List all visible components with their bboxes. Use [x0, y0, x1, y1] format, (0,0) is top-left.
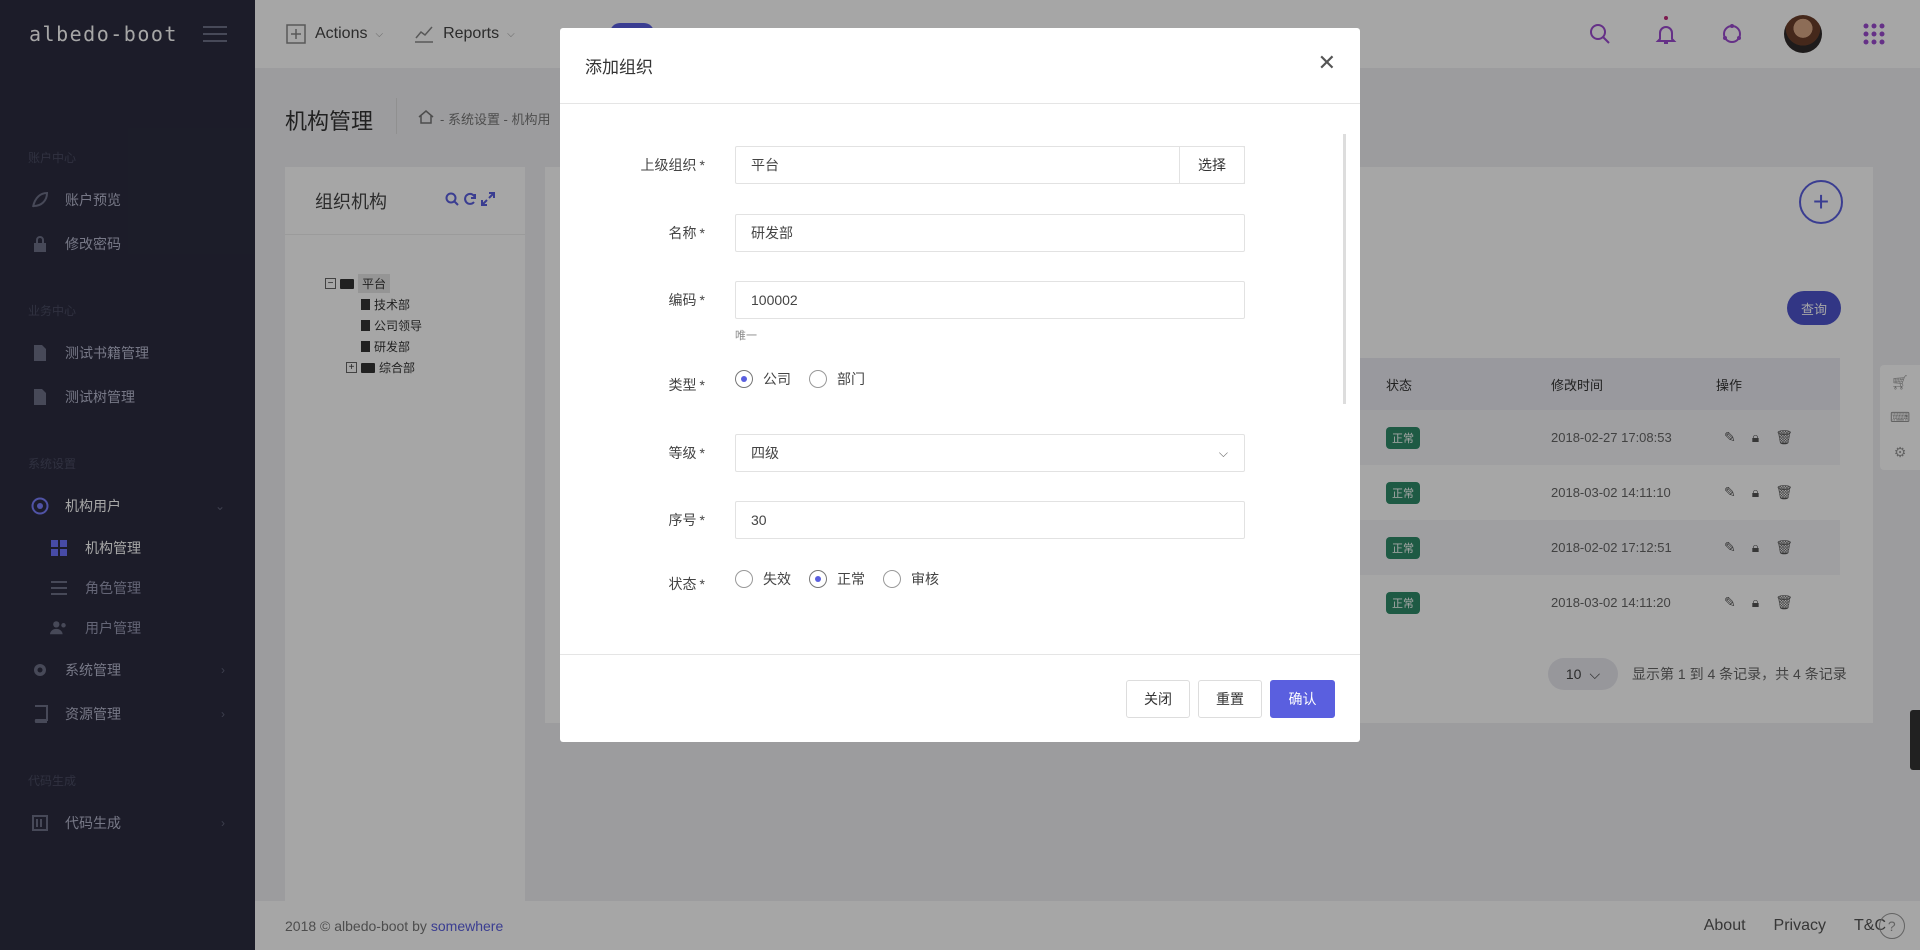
add-org-modal: 添加组织 ✕ 上级组织 * 平台 选择 名称 * 研发部 编码 * 100002 唯一…: [560, 28, 1360, 742]
radio-unchecked-icon: [809, 370, 827, 388]
form-row-sort: 序号 * 30: [560, 501, 1360, 539]
form-row-code: 编码 * 100002: [560, 281, 1360, 319]
modal-header: 添加组织 ✕: [560, 28, 1360, 104]
radio-company[interactable]: 公司: [735, 369, 791, 389]
field-label: 序号 *: [668, 512, 705, 528]
chevron-down-icon: ⌵: [1218, 445, 1228, 460]
code-value: 100002: [751, 292, 798, 308]
form-row-type: 类型 * 公司 部门: [560, 369, 1360, 393]
field-label: 名称 *: [668, 225, 705, 241]
code-input[interactable]: 100002: [735, 281, 1245, 319]
form-row-parent: 上级组织 * 平台 选择: [560, 146, 1360, 184]
type-radio-group: 公司 部门: [735, 369, 865, 389]
sort-input[interactable]: 30: [735, 501, 1245, 539]
radio-invalid[interactable]: 失效: [735, 569, 791, 589]
code-help-text: 唯一: [735, 330, 757, 342]
form-row-grade: 等级 * 四级 ⌵: [560, 434, 1360, 472]
radio-unchecked-icon: [735, 570, 753, 588]
field-label: 编码 *: [668, 292, 705, 308]
field-label: 状态 *: [668, 576, 705, 592]
close-button[interactable]: 关闭: [1126, 680, 1190, 718]
radio-checked-icon: [735, 370, 753, 388]
select-parent-button[interactable]: 选择: [1179, 146, 1245, 184]
modal-title: 添加组织: [585, 58, 653, 77]
radio-checked-icon: [809, 570, 827, 588]
field-label: 等级 *: [668, 445, 705, 461]
radio-normal[interactable]: 正常: [809, 569, 865, 589]
close-icon[interactable]: ✕: [1318, 52, 1336, 74]
modal-body: 上级组织 * 平台 选择 名称 * 研发部 编码 * 100002 唯一 类型 * 公司…: [560, 104, 1360, 654]
radio-unchecked-icon: [883, 570, 901, 588]
status-radio-group: 失效 正常 审核: [735, 569, 939, 589]
modal-footer: 关闭 重置 确认: [560, 654, 1360, 742]
form-row-status: 状态 * 失效 正常 审核: [560, 569, 1360, 593]
grade-select[interactable]: 四级 ⌵: [735, 434, 1245, 472]
grade-value: 四级: [751, 445, 779, 461]
form-row-name: 名称 * 研发部: [560, 214, 1360, 252]
radio-department[interactable]: 部门: [809, 369, 865, 389]
sort-value: 30: [751, 512, 767, 528]
name-input[interactable]: 研发部: [735, 214, 1245, 252]
field-label: 类型 *: [668, 377, 705, 393]
field-label: 上级组织 *: [640, 157, 705, 173]
radio-audit[interactable]: 审核: [883, 569, 939, 589]
reset-button[interactable]: 重置: [1198, 680, 1262, 718]
name-value: 研发部: [751, 225, 793, 241]
parent-org-input[interactable]: 平台 选择: [735, 146, 1245, 184]
parent-org-value: 平台: [751, 157, 779, 173]
confirm-button[interactable]: 确认: [1270, 680, 1335, 718]
